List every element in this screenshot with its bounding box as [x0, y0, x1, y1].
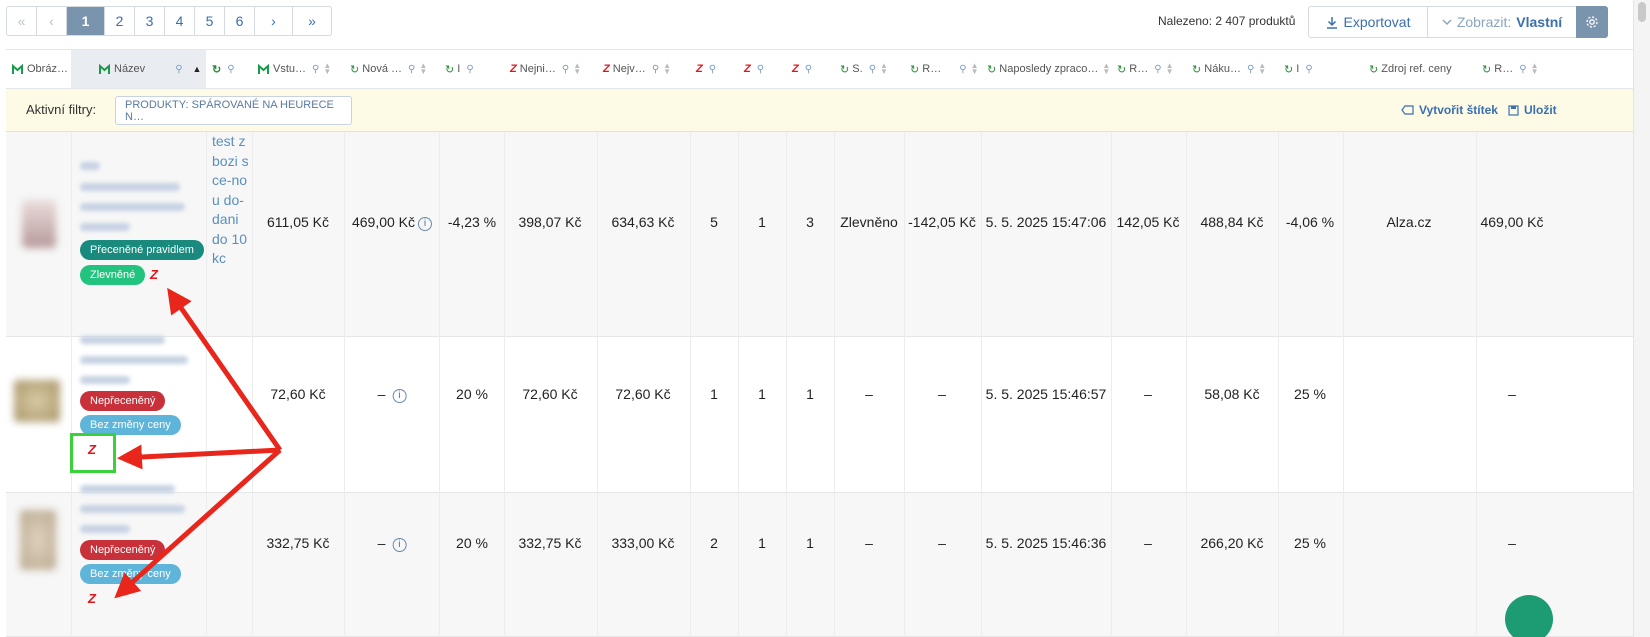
arrow-to-row1 [167, 287, 283, 452]
arrow-to-row2 [117, 444, 281, 470]
help-chat-button[interactable] [1505, 595, 1553, 637]
annotation-arrows [114, 287, 283, 599]
arrow-to-row3 [114, 448, 282, 599]
